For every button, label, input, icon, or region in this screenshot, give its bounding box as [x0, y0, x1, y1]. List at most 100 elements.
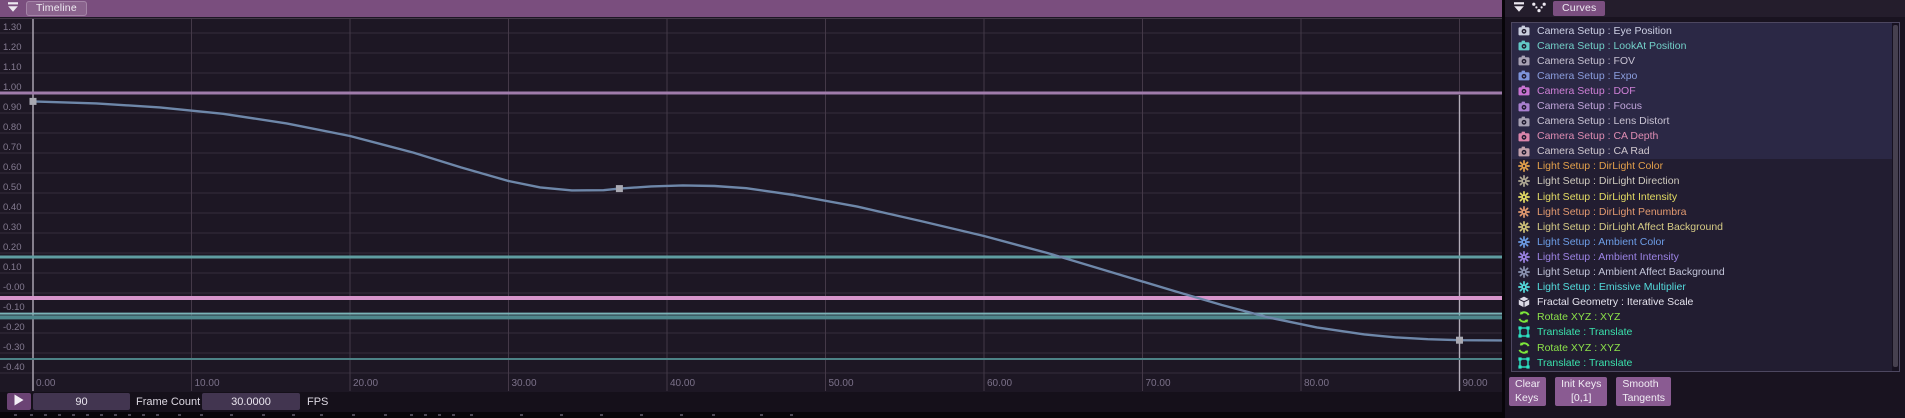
sun-icon [1517, 175, 1530, 188]
curve-item[interactable]: Camera Setup : FOV [1512, 53, 1899, 69]
camera-icon [1517, 115, 1530, 128]
curve-item[interactable]: Light Setup : DirLight Color [1512, 159, 1899, 174]
camera-icon [1517, 145, 1530, 158]
timeline-plot[interactable]: 1.30 1.20 1.10 1.00 0.90 0.80 0.70 0.60 0.50 0.40… [0, 17, 1502, 392]
curve-item-label: Light Setup : DirLight Color [1537, 160, 1664, 173]
tick-mark [640, 414, 643, 416]
curve-item-label: Camera Setup : LookAt Position [1537, 39, 1687, 52]
tick-mark [230, 414, 233, 416]
curve-item[interactable]: Camera Setup : Lens Distort [1512, 113, 1899, 129]
fps-label: FPS [307, 395, 329, 408]
frame-count-input[interactable]: 90 [33, 393, 130, 410]
svg-text:0.40: 0.40 [3, 202, 22, 213]
bottom-strip [0, 412, 1502, 418]
sun-icon [1517, 250, 1530, 263]
curve-item[interactable]: Light Setup : Ambient Intensity [1512, 249, 1899, 264]
curve-item[interactable]: Camera Setup : DOF [1512, 83, 1899, 99]
fps-input[interactable]: 30.0000 [202, 393, 300, 410]
curve-item-label: Camera Setup : Eye Position [1537, 24, 1672, 37]
tick-mark [72, 414, 75, 416]
svg-text:80.00: 80.00 [1304, 378, 1329, 389]
init-keys-button[interactable]: Init Keys [0,1] [1555, 377, 1608, 406]
curve-item[interactable]: Rotate XYZ : XYZ [1512, 340, 1899, 355]
tick-mark [560, 414, 563, 416]
tick-mark [790, 414, 793, 416]
tab-timeline[interactable]: Timeline [26, 1, 87, 16]
curve-item[interactable]: Camera Setup : LookAt Position [1512, 38, 1899, 54]
curve-item[interactable]: Light Setup : DirLight Affect Background [1512, 219, 1899, 234]
scrollbar[interactable] [1892, 23, 1899, 371]
collapse-icon[interactable] [7, 0, 19, 18]
scrollbar-thumb[interactable] [1893, 25, 1898, 367]
sun-icon [1517, 235, 1530, 248]
curve-item[interactable]: Light Setup : Ambient Affect Background [1512, 265, 1899, 280]
camera-icon [1517, 54, 1530, 67]
curve-item[interactable]: Camera Setup : CA Rad [1512, 143, 1899, 159]
tick-mark [470, 414, 473, 416]
rotate-icon [1517, 341, 1530, 354]
sun-icon [1517, 281, 1530, 294]
curve-item[interactable]: Light Setup : DirLight Intensity [1512, 189, 1899, 204]
curve-item[interactable]: Light Setup : Ambient Color [1512, 234, 1899, 249]
timeline-controls: 90 Frame Count 30.0000 FPS [0, 392, 1502, 412]
clear-keys-label-2: Keys [1515, 391, 1539, 404]
curve-item[interactable]: Camera Setup : CA Depth [1512, 128, 1899, 144]
tick-mark [58, 414, 61, 416]
tab-curves[interactable]: Curves [1553, 1, 1606, 16]
curve-list: Camera Setup : Eye Position Camera Setup … [1511, 22, 1900, 372]
svg-text:0.20: 0.20 [3, 242, 22, 253]
curve-item[interactable]: Camera Setup : Eye Position [1512, 23, 1899, 39]
tick-mark [200, 414, 203, 416]
curve-item-label: Light Setup : DirLight Affect Background [1537, 220, 1724, 233]
tick-mark [384, 414, 387, 416]
curve-item-label: Camera Setup : CA Rad [1537, 145, 1650, 158]
tick-mark [320, 414, 323, 416]
svg-text:1.00: 1.00 [3, 82, 22, 93]
curve-item-label: Light Setup : Ambient Affect Background [1537, 266, 1725, 279]
tick-mark [262, 414, 265, 416]
curve-item[interactable]: Camera Setup : Expo [1512, 68, 1899, 84]
timeline-panel: Timeline 1.30 1.20 1.10 1.00 0.90 0.80 0.70 0.6… [0, 0, 1502, 418]
curve-item-label: Camera Setup : Focus [1537, 100, 1643, 113]
curve-item[interactable]: Rotate XYZ : XYZ [1512, 310, 1899, 325]
tick-mark [14, 414, 17, 416]
sun-icon [1517, 160, 1530, 173]
tick-mark [424, 414, 427, 416]
svg-text:0.60: 0.60 [3, 162, 22, 173]
tick-mark [352, 414, 355, 416]
curve-item-label: Light Setup : Ambient Intensity [1537, 250, 1679, 263]
clear-keys-button[interactable]: Clear Keys [1509, 377, 1547, 406]
tab-timeline-label: Timeline [36, 2, 77, 14]
curves-actions: Clear Keys Init Keys [0,1] Smooth Tangen… [1509, 377, 1671, 406]
tick-mark [128, 414, 131, 416]
curve-graph[interactable]: 1.30 1.20 1.10 1.00 0.90 0.80 0.70 0.60 0.50 0.40… [0, 17, 1502, 392]
curve-item-label: Fractal Geometry : Iterative Scale [1537, 296, 1694, 309]
curve-item[interactable]: Fractal Geometry : Iterative Scale [1512, 295, 1899, 310]
svg-text:0.30: 0.30 [3, 222, 22, 233]
curve-item[interactable]: Translate : Translate [1512, 325, 1899, 340]
svg-text:-0.40: -0.40 [3, 362, 25, 373]
frame-count-label: Frame Count [136, 395, 201, 408]
translate-icon [1517, 356, 1530, 369]
curves-icon [1532, 0, 1546, 18]
play-button[interactable] [7, 393, 31, 410]
curve-item[interactable]: Light Setup : DirLight Penumbra [1512, 204, 1899, 219]
translate-icon [1517, 326, 1530, 339]
tick-mark [114, 414, 117, 416]
curve-item[interactable]: Translate : Translate [1512, 355, 1899, 370]
svg-text:30.00: 30.00 [512, 378, 537, 389]
smooth-tangents-button[interactable]: Smooth Tangents [1616, 377, 1671, 406]
curve-item-label: Light Setup : DirLight Intensity [1537, 190, 1678, 203]
collapse-icon[interactable] [1513, 0, 1525, 18]
sun-icon [1517, 205, 1530, 218]
init-keys-label-2: [0,1] [1571, 391, 1592, 404]
curve-item[interactable]: Light Setup : Emissive Multiplier [1512, 280, 1899, 295]
camera-icon [1517, 69, 1530, 82]
curve-item-label: Camera Setup : CA Depth [1537, 130, 1659, 143]
curve-item[interactable]: Light Setup : DirLight Direction [1512, 174, 1899, 189]
tick-mark [44, 414, 47, 416]
curves-header: Curves [1505, 0, 1905, 17]
curve-item[interactable]: Camera Setup : Focus [1512, 98, 1899, 114]
rotate-icon [1517, 311, 1530, 324]
svg-text:-0.30: -0.30 [3, 342, 25, 353]
